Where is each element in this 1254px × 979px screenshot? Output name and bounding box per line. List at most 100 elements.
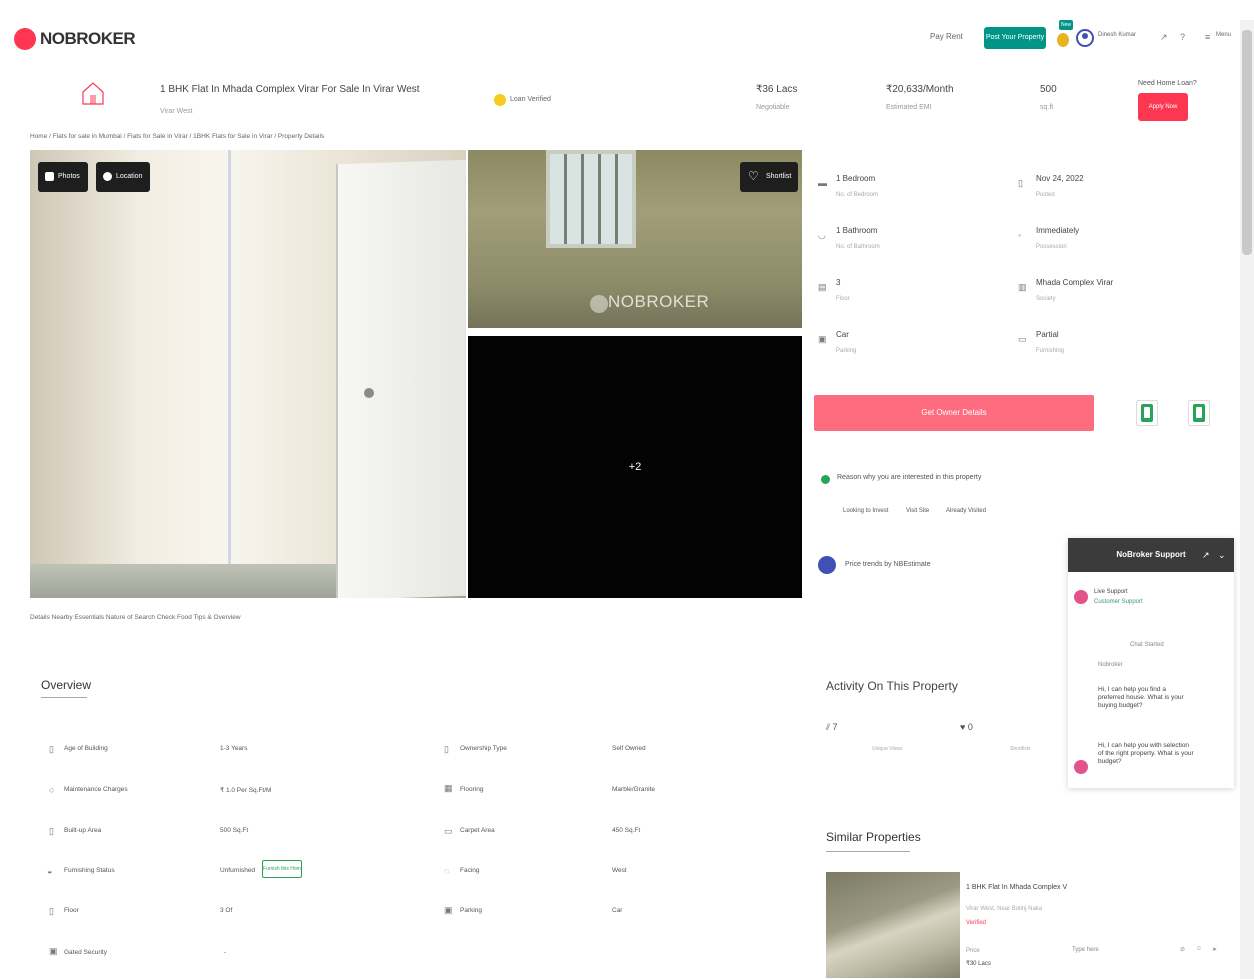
share-icon[interactable]: ↗: [1160, 32, 1168, 42]
logo[interactable]: NOBROKER: [40, 29, 136, 49]
tablet-button[interactable]: [1188, 400, 1210, 426]
agent-name: Live Support: [1094, 589, 1128, 595]
overview-value: 450 Sq.Ft: [612, 827, 641, 834]
help-icon[interactable]: ?: [1180, 32, 1185, 42]
chat-input-placeholder: Type here: [1072, 947, 1099, 953]
compass-icon: ◌: [444, 866, 450, 876]
overview-label: Flooring: [460, 786, 484, 793]
location-label: Location: [116, 173, 143, 180]
home-loan-box: Need Home Loan?: [1138, 80, 1197, 87]
overview-label: Built-up Area: [64, 827, 102, 834]
shortlist-count: 0: [967, 722, 973, 732]
chat-message: Hi, I can help you with selection of the…: [1098, 742, 1194, 765]
reason-chip[interactable]: Visit Site: [906, 502, 929, 520]
phone-button[interactable]: [1136, 400, 1158, 426]
price-block: ₹36 Lacs Negotiable: [756, 84, 797, 111]
overview-label: Floor: [64, 907, 79, 914]
furnishing-icon: ◒: [47, 866, 53, 876]
shortlists-label: Shortlists: [1010, 746, 1031, 752]
support-chat-widget[interactable]: NoBroker Support ↗ ⌄ Live Support Custom…: [1068, 538, 1234, 788]
sofa-icon: ▭: [1018, 334, 1027, 344]
detail-label: Furnishing: [1036, 348, 1065, 354]
bed-icon: ▬: [818, 178, 827, 188]
location-pin-icon: [103, 172, 112, 181]
chat-minimize-icon[interactable]: ⌄: [1218, 538, 1226, 572]
car-icon: ▣: [818, 334, 827, 344]
coin-icon[interactable]: [1057, 33, 1069, 47]
calendar-icon: ▯: [1018, 178, 1023, 188]
menu-icon[interactable]: ≡: [1205, 32, 1210, 42]
parking-icon: ▣: [444, 905, 453, 915]
section-tabs[interactable]: Details Nearby Essentials Nature of Sear…: [30, 614, 241, 621]
more-photos-tile[interactable]: +2: [468, 336, 802, 598]
shortlists-value: ♥ 0: [960, 722, 973, 732]
apply-now-button[interactable]: Apply Now: [1138, 93, 1188, 121]
chat-input[interactable]: Type here ⊘ ☺ ➤: [1072, 946, 1238, 953]
security-icon: ▣: [49, 946, 58, 956]
main-property-photo[interactable]: Photos Location: [30, 150, 466, 598]
chat-sender-label: Nobroker: [1098, 662, 1123, 668]
chat-started-label: Chat Started: [1130, 642, 1164, 648]
home-loan-question: Need Home Loan?: [1138, 80, 1197, 87]
overview-title: Overview: [41, 678, 92, 698]
attach-icon[interactable]: ⊘: [1180, 946, 1185, 953]
property-title: 1 BHK Flat In Mhada Complex Virar For Sa…: [160, 84, 420, 95]
unique-views-value: ⫽ 7: [826, 722, 838, 733]
overview-value: 1-3 Years: [220, 745, 248, 752]
builtup-area-icon: ▯: [49, 826, 54, 836]
overview-value: -: [224, 949, 227, 956]
overview-value: 500 Sq.Ft: [220, 827, 249, 834]
heart-icon: ♥: [960, 722, 968, 732]
nbestimate-icon: [818, 556, 836, 574]
views-count: 7: [832, 722, 838, 732]
verified-label: Loan Verified: [510, 96, 551, 103]
detail-label: Society: [1036, 296, 1056, 302]
emoji-icon[interactable]: ☺: [1196, 946, 1202, 952]
detail-value: 1 Bathroom: [836, 226, 878, 235]
reason-text: Reason why you are interested in this pr…: [837, 474, 982, 481]
overview-label: Furnishing Status: [64, 867, 115, 874]
ownership-icon: ▯: [444, 744, 449, 754]
similar-property-title[interactable]: 1 BHK Flat In Mhada Complex V: [966, 884, 1067, 891]
menu-label[interactable]: Menu: [1216, 32, 1231, 38]
overview-label: Maintenance Charges: [64, 786, 128, 793]
location-button[interactable]: Location: [96, 162, 151, 192]
detail-value: Nov 24, 2022: [1036, 174, 1084, 183]
detail-value: Immediately: [1036, 226, 1080, 235]
new-badge: New: [1059, 20, 1073, 30]
user-name[interactable]: Dinesh Kumar: [1098, 32, 1136, 38]
top-navbar: NOBROKER Pay Rent Post Your Property New…: [0, 20, 1240, 62]
similar-property-tag: Verified: [966, 920, 987, 926]
agent-role: Customer Support: [1094, 599, 1143, 605]
detail-label: Posted: [1036, 192, 1055, 198]
key-icon: ◦: [1018, 230, 1022, 240]
overview-label: Facing: [460, 867, 480, 874]
floor-icon: ▤: [818, 282, 827, 292]
send-icon[interactable]: ➤: [1212, 946, 1217, 953]
chat-expand-icon[interactable]: ↗: [1202, 538, 1210, 572]
post-property-button[interactable]: Post Your Property: [984, 27, 1046, 49]
get-owner-details-button[interactable]: Get Owner Details: [814, 395, 1094, 431]
emi-value: ₹20,633/Month: [886, 84, 954, 95]
reason-chip[interactable]: Looking to Invest: [843, 502, 888, 520]
green-dot-icon: [821, 475, 830, 484]
breadcrumb[interactable]: Home / Flats for sale in Mumbai / Flats …: [30, 133, 324, 140]
home-icon: [82, 82, 104, 105]
door-image: [336, 159, 466, 598]
scrollbar-thumb[interactable]: [1242, 30, 1252, 255]
shortlist-button[interactable]: ♡ Shortlist: [740, 162, 798, 192]
watermark: NOBROKER: [608, 292, 710, 311]
carpet-area-icon: ▭: [444, 826, 453, 836]
similar-property-photo[interactable]: [826, 872, 960, 978]
similar-price-value: ₹30 Lacs: [966, 961, 991, 967]
logo-icon[interactable]: [14, 28, 36, 50]
photos-button[interactable]: Photos: [38, 162, 88, 192]
overview-label: Ownership Type: [460, 745, 507, 752]
pay-rent-link[interactable]: Pay Rent: [930, 32, 963, 41]
overview-label: Carpet Area: [460, 827, 495, 834]
detail-value: Car: [836, 330, 849, 339]
reason-chip[interactable]: Already Visited: [946, 502, 986, 520]
furnish-home-button[interactable]: Furnish this Home: [262, 860, 302, 878]
user-avatar-icon[interactable]: [1076, 29, 1094, 47]
photos-label: Photos: [58, 173, 80, 180]
